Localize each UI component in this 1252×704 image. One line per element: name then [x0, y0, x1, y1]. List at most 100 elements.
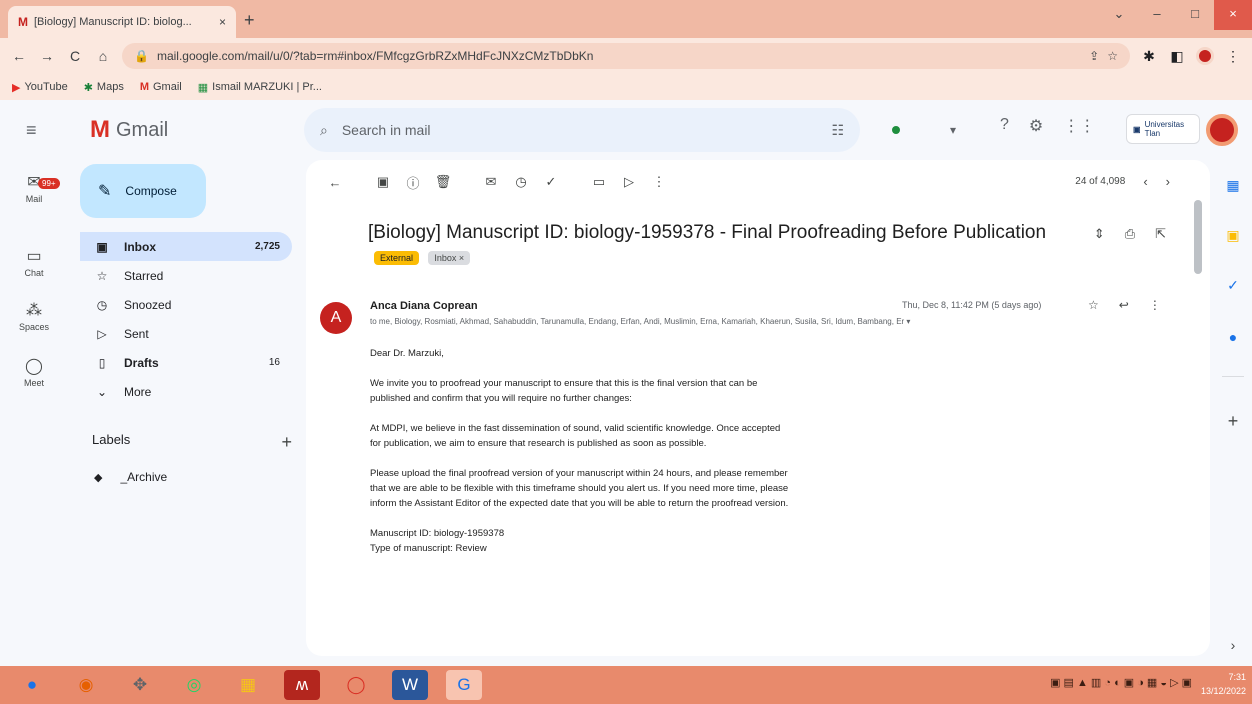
inbox-label-chip[interactable]: Inbox × — [428, 250, 471, 265]
whatsapp-icon[interactable]: ◎ — [176, 670, 212, 700]
word-icon[interactable]: W — [392, 670, 428, 700]
share-icon[interactable]: ⇪ — [1089, 49, 1099, 63]
snooze-icon[interactable]: ◷ — [506, 174, 536, 190]
status-indicator[interactable]: ▾ — [876, 114, 976, 146]
older-arrow-icon[interactable]: › — [1166, 174, 1170, 189]
clock-date: 13/12/2022 — [1200, 686, 1246, 696]
bookmark-profile[interactable]: ▦ Ismail MARZUKI | Pr... — [198, 81, 322, 94]
more-vert-icon[interactable]: ⋮ — [1149, 298, 1161, 312]
label-archive[interactable]: ◆ _Archive — [94, 470, 167, 484]
opera-icon[interactable]: ◯ — [338, 670, 374, 700]
star-icon[interactable]: ☆ — [1088, 298, 1099, 312]
report-spam-icon[interactable]: ⓘ — [398, 173, 428, 192]
sidebar-item-starred[interactable]: ☆ Starred — [80, 261, 292, 290]
bookmark-gmail[interactable]: M Gmail — [140, 81, 182, 93]
tab-search-icon[interactable]: ⌄ — [1100, 0, 1138, 30]
expand-all-icon[interactable]: ⇕ — [1094, 226, 1105, 242]
browser-menu-icon[interactable]: ⋮ — [1224, 48, 1242, 65]
search-input[interactable]: Search in mail — [342, 122, 818, 138]
os-taskbar: ● ◉ ✥ ◎ ▦ ʍ ◯ W G ▣ ▤ ▲ ▥ ◔ ◐ ▣ ◑ ▦ ◒ ▷ … — [0, 666, 1252, 704]
reload-icon[interactable]: C — [66, 48, 84, 64]
sidebar-item-inbox[interactable]: ▣ Inbox 2,725 — [80, 232, 292, 261]
rail-label: Chat — [24, 268, 44, 278]
address-bar[interactable]: 🔒 mail.google.com/mail/u/0/?tab=rm#inbox… — [122, 43, 1130, 69]
bookmark-maps[interactable]: ✱ Maps — [84, 81, 124, 94]
scrollbar-thumb[interactable] — [1194, 200, 1202, 274]
open-new-window-icon[interactable]: ⇱ — [1155, 226, 1166, 242]
expand-panel-icon[interactable]: › — [1224, 636, 1242, 654]
settings-gear-icon[interactable]: ⚙ — [1029, 116, 1043, 136]
search-icon[interactable]: ⌕ — [320, 122, 328, 139]
reply-icon[interactable]: ↩ — [1119, 298, 1129, 312]
minimize-button[interactable]: – — [1138, 0, 1176, 30]
contacts-icon[interactable]: ● — [1224, 328, 1242, 346]
app-icon[interactable]: ✥ — [122, 670, 158, 700]
chrome-active-icon[interactable]: G — [446, 670, 482, 700]
sender-avatar[interactable]: A — [320, 302, 352, 334]
label-icon[interactable]: ▷ — [614, 174, 644, 190]
browser-titlebar: M [Biology] Manuscript ID: biolog... × +… — [0, 0, 1252, 38]
sidebar-item-snoozed[interactable]: ◷ Snoozed — [80, 290, 292, 319]
mendeley-icon[interactable]: ʍ — [284, 670, 320, 700]
url-text[interactable]: mail.google.com/mail/u/0/?tab=rm#inbox/F… — [157, 49, 1081, 63]
system-clock[interactable]: 7:31 13/12/2022 — [1201, 670, 1246, 698]
file-explorer-icon[interactable]: ▦ — [230, 670, 266, 700]
sidebar-item-sent[interactable]: ▷ Sent — [80, 319, 292, 348]
sidebar-item-drafts[interactable]: ▯ Drafts 16 — [80, 348, 292, 377]
tab-close-icon[interactable]: × — [219, 15, 226, 29]
delete-icon[interactable]: 🗑 — [428, 174, 458, 190]
google-apps-icon[interactable]: ⋮⋮ — [1063, 116, 1095, 136]
calendar-icon[interactable]: ▦ — [1224, 176, 1242, 194]
address-toolbar: ← → C ⌂ 🔒 mail.google.com/mail/u/0/?tab=… — [0, 38, 1252, 74]
browser-profile-avatar[interactable] — [1196, 47, 1214, 65]
forward-arrow-icon[interactable]: → — [38, 48, 56, 64]
firefox-icon[interactable]: ◉ — [68, 670, 104, 700]
rail-meet[interactable]: ◯ Meet — [0, 356, 68, 388]
pagination-text: 24 of 4,098 — [1075, 176, 1126, 187]
add-addon-icon[interactable]: + — [1224, 412, 1242, 430]
tasks-icon[interactable]: ✓ — [1224, 276, 1242, 294]
add-task-icon[interactable]: ✓ — [536, 174, 566, 190]
sheet-icon: ▦ — [197, 81, 209, 94]
keep-icon[interactable]: ▣ — [1224, 226, 1242, 244]
sender-name[interactable]: Anca Diana Coprean — [370, 300, 478, 312]
recipients-line[interactable]: to me, Biology, Rosmiati, Akhmad, Sahabu… — [370, 317, 1130, 326]
lock-icon[interactable]: 🔒 — [134, 49, 149, 63]
close-window-button[interactable]: × — [1214, 0, 1252, 30]
gmail-logo[interactable]: M Gmail — [90, 116, 168, 144]
maximize-button[interactable]: □ — [1176, 0, 1214, 30]
extensions-icon[interactable]: ✱ — [1140, 48, 1158, 65]
search-bar[interactable]: ⌕ Search in mail ☷ — [304, 108, 860, 152]
organization-badge[interactable]: ▣ Universitas Tlan — [1126, 114, 1200, 144]
back-to-inbox-icon[interactable]: ← — [320, 175, 350, 190]
chrome-icon[interactable]: ● — [14, 670, 50, 700]
bookmark-star-icon[interactable]: ☆ — [1107, 49, 1118, 63]
new-tab-button[interactable]: + — [244, 10, 255, 31]
home-icon[interactable]: ⌂ — [94, 48, 112, 64]
back-arrow-icon[interactable]: ← — [10, 48, 28, 64]
search-options-icon[interactable]: ☷ — [831, 122, 844, 139]
add-label-button[interactable]: + — [281, 432, 292, 453]
main-menu-icon[interactable]: ≡ — [26, 120, 37, 141]
window-controls: ⌄ – □ × — [1100, 0, 1252, 30]
print-icon[interactable]: ⎙ — [1125, 226, 1135, 242]
newer-arrow-icon[interactable]: ‹ — [1143, 174, 1147, 189]
archive-icon[interactable]: ▣ — [368, 174, 398, 190]
mark-unread-icon[interactable]: ✉ — [476, 174, 506, 190]
more-options-icon[interactable]: ⋮ — [644, 174, 674, 190]
bookmark-label: Gmail — [153, 81, 182, 93]
system-tray-icons[interactable]: ▣ ▤ ▲ ▥ ◔ ◐ ▣ ◑ ▦ ◒ ▷ ▣ — [1050, 676, 1192, 689]
move-to-icon[interactable]: ▭ — [584, 174, 614, 190]
compose-button[interactable]: ✎ Compose — [80, 164, 206, 218]
rail-mail[interactable]: ✉ Mail 99+ — [0, 172, 68, 204]
sidepanel-icon[interactable]: ◧ — [1168, 48, 1186, 65]
help-icon[interactable]: ? — [1000, 116, 1009, 136]
account-avatar[interactable] — [1206, 114, 1238, 146]
sidebar-item-more[interactable]: ⌄ More — [80, 377, 292, 406]
sidebar-item-label: Drafts — [124, 355, 159, 370]
rail-chat[interactable]: ▭ Chat — [0, 246, 68, 278]
browser-tab[interactable]: M [Biology] Manuscript ID: biolog... × — [8, 6, 236, 38]
bookmark-youtube[interactable]: ▶ YouTube — [12, 81, 68, 94]
rail-spaces[interactable]: ⁂ Spaces — [0, 300, 68, 332]
rail-label: Spaces — [18, 322, 50, 332]
